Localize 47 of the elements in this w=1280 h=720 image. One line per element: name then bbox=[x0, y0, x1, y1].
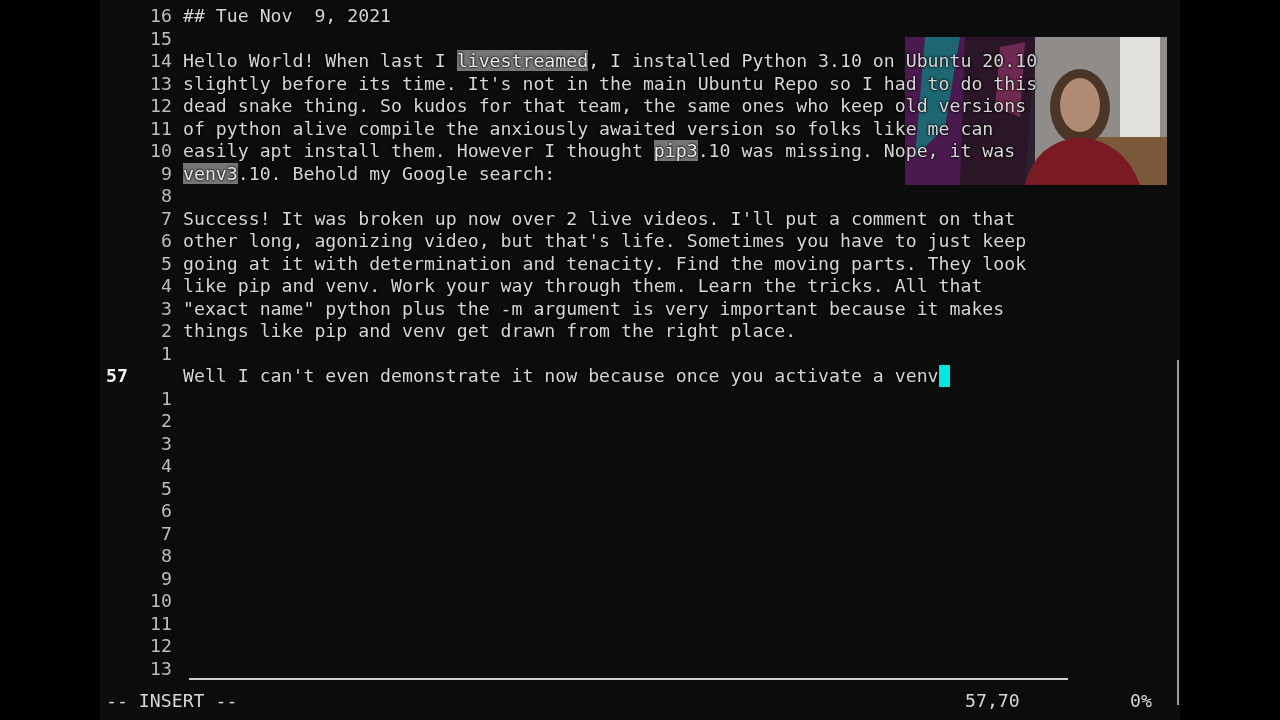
line-number: 11 bbox=[149, 612, 172, 635]
line-number: 2 bbox=[160, 410, 172, 433]
line-number: 3 bbox=[160, 297, 172, 320]
text-line: easily apt install them. However I thought pip3.10 was missing. Nope, it was bbox=[183, 140, 1016, 163]
line-number: 15 bbox=[149, 27, 172, 50]
line-number: 9 bbox=[160, 567, 172, 590]
mode-indicator: -- INSERT -- bbox=[106, 690, 239, 712]
text-line: Success! It was broken up now over 2 live videos. I'll put a comment on that bbox=[183, 207, 1016, 230]
text-line: venv3.10. Behold my Google search: bbox=[183, 162, 556, 185]
text-line: like pip and venv. Work your way through them. Learn the tricks. All that bbox=[183, 275, 983, 298]
line-number: 13 bbox=[149, 657, 172, 680]
text-line: Well I can't even demonstrate it now because once you activate a venv bbox=[183, 365, 939, 388]
line-number: 10 bbox=[149, 140, 172, 163]
text-line: "exact name" python plus the -m argument is very important because it makes bbox=[183, 297, 1005, 320]
line-number: 12 bbox=[149, 635, 172, 658]
cursor-position: 57,70 bbox=[965, 690, 1021, 712]
text-line: ## Tue Nov 9, 2021 bbox=[183, 5, 392, 28]
line-number: 6 bbox=[160, 230, 172, 253]
line-number: 8 bbox=[160, 545, 172, 568]
line-number: 2 bbox=[160, 320, 172, 343]
line-number: 5 bbox=[160, 477, 172, 500]
line-number: 9 bbox=[160, 162, 172, 185]
line-number: 57 bbox=[106, 365, 129, 388]
line-number: 10 bbox=[149, 590, 172, 613]
line-number: 7 bbox=[160, 522, 172, 545]
line-number: 12 bbox=[149, 95, 172, 118]
line-number: 1 bbox=[160, 342, 172, 365]
text-cursor bbox=[938, 365, 950, 387]
line-number: 6 bbox=[160, 500, 172, 523]
text-line: things like pip and venv get drawn from the right place. bbox=[183, 320, 797, 343]
line-number: 8 bbox=[160, 185, 172, 208]
line-number: 11 bbox=[149, 117, 172, 140]
text-line: dead snake thing. So kudos for that team, the same ones who keep old versions bbox=[183, 95, 1027, 118]
line-number: 4 bbox=[160, 455, 172, 478]
scroll-percent: 0% bbox=[1130, 690, 1152, 712]
line-number: 4 bbox=[160, 275, 172, 298]
scroll-bar[interactable] bbox=[1177, 360, 1179, 705]
text-line: other long, agonizing video, but that's life. Sometimes you have to just keep bbox=[183, 230, 1027, 253]
line-number: 7 bbox=[160, 207, 172, 230]
line-number: 16 bbox=[149, 5, 172, 28]
line-number: 5 bbox=[160, 252, 172, 275]
line-number: 1 bbox=[160, 387, 172, 410]
line-number: 14 bbox=[149, 50, 172, 73]
line-number: 13 bbox=[149, 72, 172, 95]
text-line: of python alive compile the anxiously awaited version so folks like me can bbox=[183, 117, 994, 140]
line-number: 3 bbox=[160, 432, 172, 455]
text-line: going at it with determination and tenacity. Find the moving parts. They look bbox=[183, 252, 1027, 275]
